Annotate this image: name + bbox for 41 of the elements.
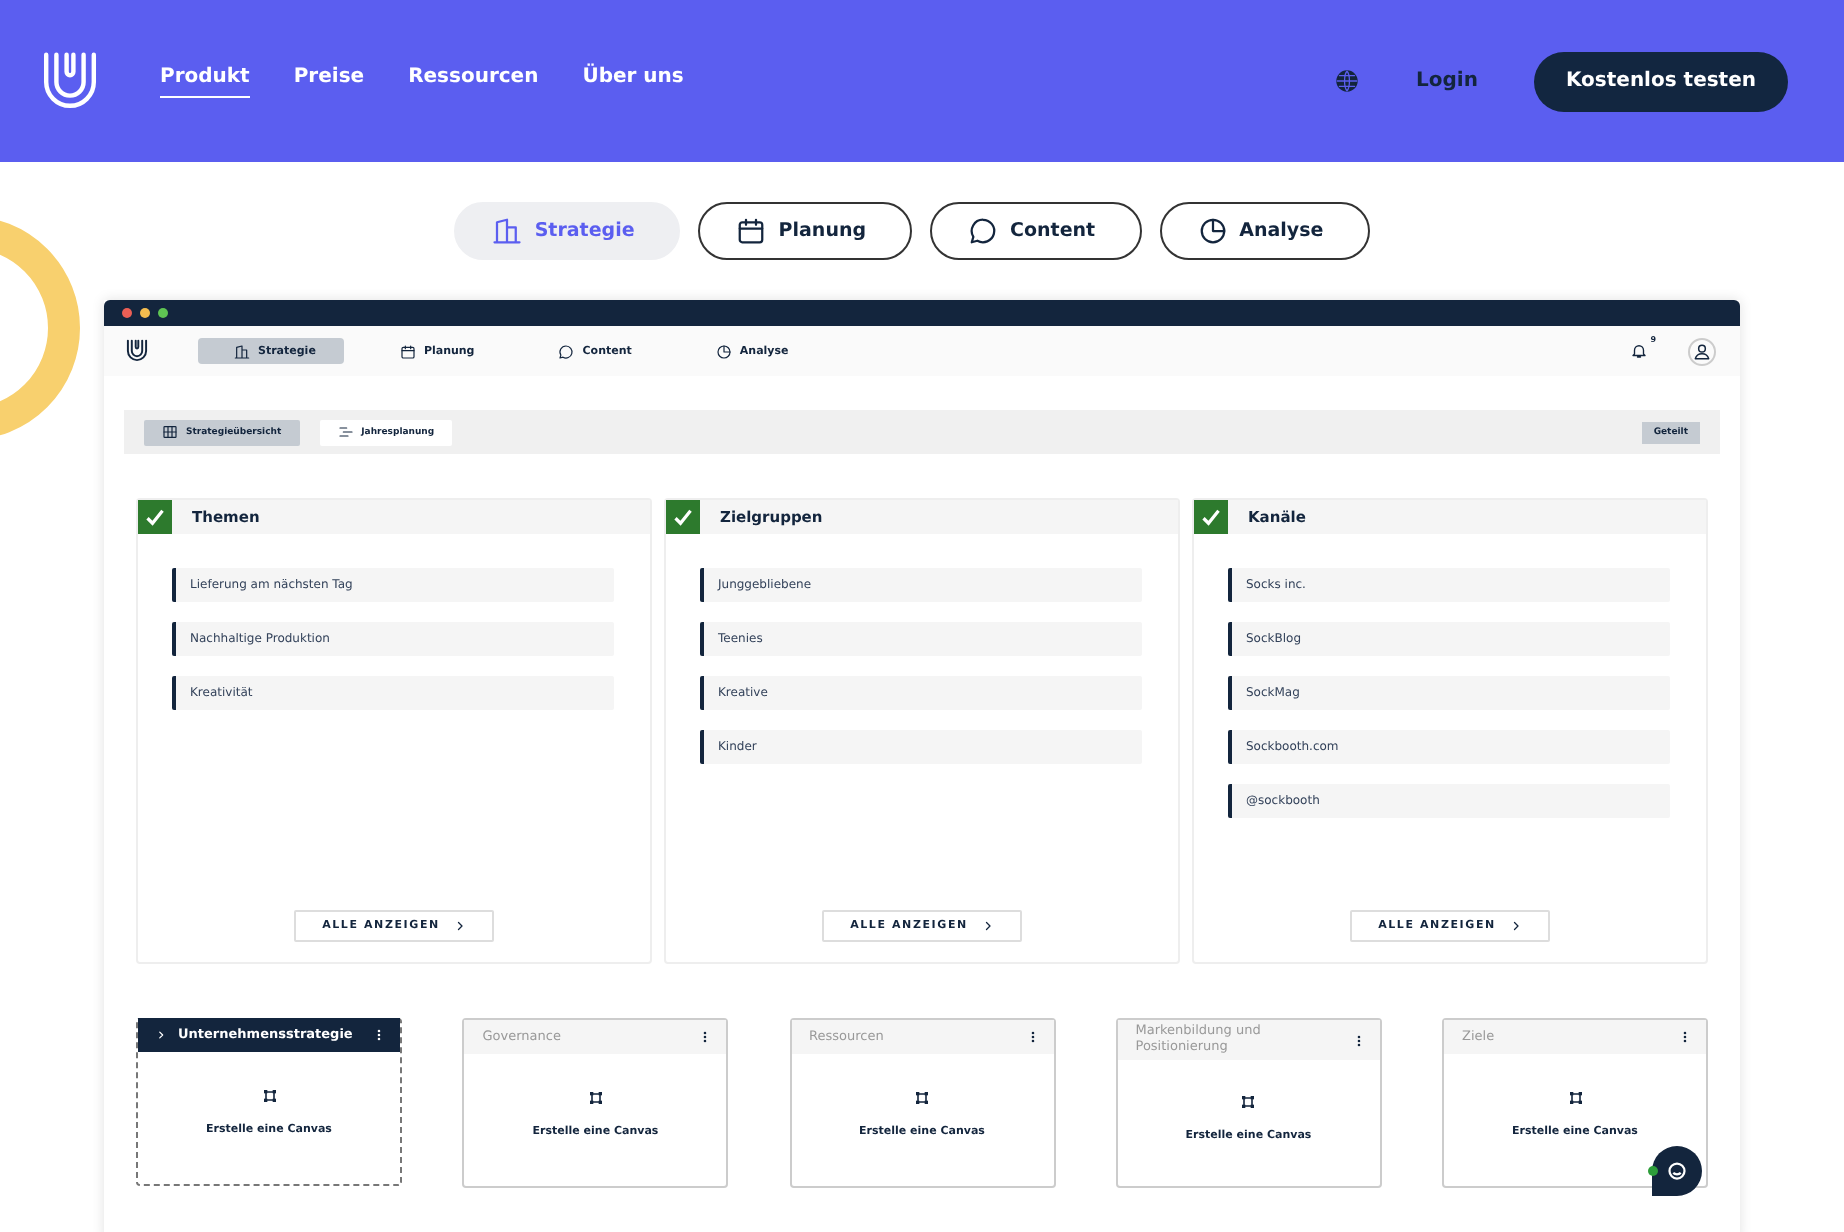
checkbox[interactable] — [666, 500, 700, 534]
building-icon — [492, 216, 523, 246]
chevron-icon — [453, 920, 466, 932]
building-icon — [234, 343, 250, 359]
globe-icon[interactable] — [1334, 68, 1361, 94]
checkbox[interactable] — [138, 500, 172, 534]
nav-link[interactable]: Über uns — [582, 57, 684, 97]
chevron-icon — [1509, 920, 1522, 932]
frame-icon — [261, 1088, 277, 1104]
chat-bubble-icon — [558, 343, 575, 359]
nav-link[interactable]: Preise — [293, 57, 365, 97]
close-dot[interactable] — [122, 308, 132, 318]
more-icon[interactable] — [1678, 1028, 1692, 1046]
chevron-icon — [156, 1030, 166, 1040]
smiley-icon — [1662, 1156, 1692, 1186]
maximize-dot[interactable] — [158, 308, 168, 318]
user-icon[interactable] — [1688, 337, 1716, 365]
minimize-dot[interactable] — [140, 308, 150, 318]
frame-icon — [587, 1090, 604, 1106]
timeline-icon — [337, 424, 354, 440]
tab[interactable]: Content — [930, 202, 1142, 260]
tab[interactable]: Strategie — [454, 202, 681, 260]
tab[interactable]: Analyse — [1159, 202, 1370, 260]
calendar-icon — [736, 216, 767, 246]
chat-bubble-icon — [968, 216, 999, 246]
grid-icon — [162, 424, 178, 440]
frame-icon — [1240, 1093, 1257, 1109]
tab[interactable]: Planung — [698, 202, 913, 260]
calendar-icon — [399, 343, 416, 359]
nav-link[interactable]: Ressourcen — [408, 57, 539, 97]
nav-link[interactable]: Produkt — [160, 57, 250, 97]
logo-icon — [124, 338, 150, 364]
frame-icon — [1567, 1090, 1583, 1106]
bell-icon — [1630, 342, 1648, 360]
trial-button[interactable]: Kostenlos testen — [1533, 51, 1788, 111]
more-icon[interactable] — [372, 1026, 386, 1044]
checkbox[interactable] — [1194, 500, 1228, 534]
pie-chart-icon — [715, 343, 732, 359]
pie-chart-icon — [1197, 216, 1228, 246]
frame-icon — [914, 1090, 930, 1106]
chevron-icon — [981, 920, 994, 932]
